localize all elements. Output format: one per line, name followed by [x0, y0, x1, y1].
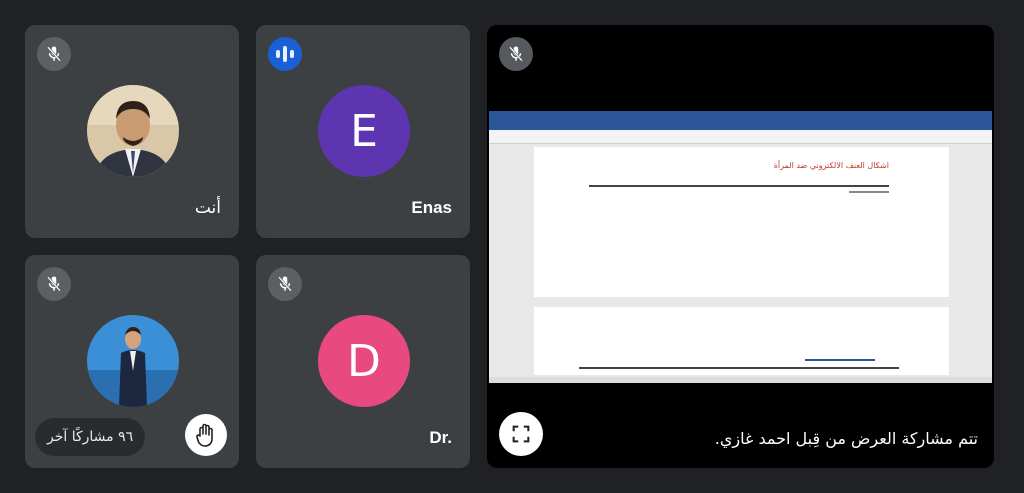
- document-heading: اشكال العنف الالكتروني ضد المرأة: [773, 161, 889, 170]
- participant-tile-dr[interactable]: D Dr.: [256, 255, 470, 468]
- participant-name: Dr.: [429, 428, 452, 447]
- avatar: [87, 315, 179, 407]
- participant-name: أنت: [194, 198, 221, 218]
- avatar: E: [318, 85, 410, 177]
- mic-off-icon: [499, 37, 533, 71]
- mic-off-icon: [37, 267, 71, 301]
- presenter-caption: تتم مشاركة العرض من قِبل احمد غازي.: [714, 429, 978, 448]
- text-line: [589, 185, 889, 187]
- participant-name: Enas: [411, 198, 452, 217]
- status-bar: [489, 377, 992, 383]
- other-participants-button[interactable]: ٩٦ مشاركًا آخر: [35, 418, 146, 456]
- word-title-bar: [489, 111, 992, 121]
- mic-off-icon: [268, 267, 302, 301]
- fullscreen-button[interactable]: [499, 412, 543, 456]
- avatar: [87, 85, 179, 177]
- avatar: D: [318, 315, 410, 407]
- word-toolbar: [489, 130, 992, 144]
- text-line: [849, 191, 889, 193]
- raised-hand-icon: [185, 414, 227, 456]
- participant-tile-enas[interactable]: E Enas: [256, 25, 470, 238]
- participant-tile-others[interactable]: ٩٦ مشاركًا آخر: [25, 255, 239, 468]
- document-page: [534, 307, 949, 375]
- presentation-tile[interactable]: اشكال العنف الالكتروني ضد المرأة تتم مشا…: [487, 25, 994, 468]
- text-line: [579, 367, 899, 369]
- document-page: اشكال العنف الالكتروني ضد المرأة: [534, 147, 949, 297]
- word-ribbon-tabs: [489, 121, 992, 130]
- meeting-grid: أنت E Enas ٩٦ مشاركًا آخر D Dr. اشكال ال…: [0, 0, 1024, 493]
- fullscreen-icon: [512, 425, 530, 443]
- participant-tile-you[interactable]: أنت: [25, 25, 239, 238]
- shared-document: اشكال العنف الالكتروني ضد المرأة: [489, 111, 992, 383]
- speaking-indicator-icon: [268, 37, 302, 71]
- mic-off-icon: [37, 37, 71, 71]
- text-line: [805, 359, 875, 361]
